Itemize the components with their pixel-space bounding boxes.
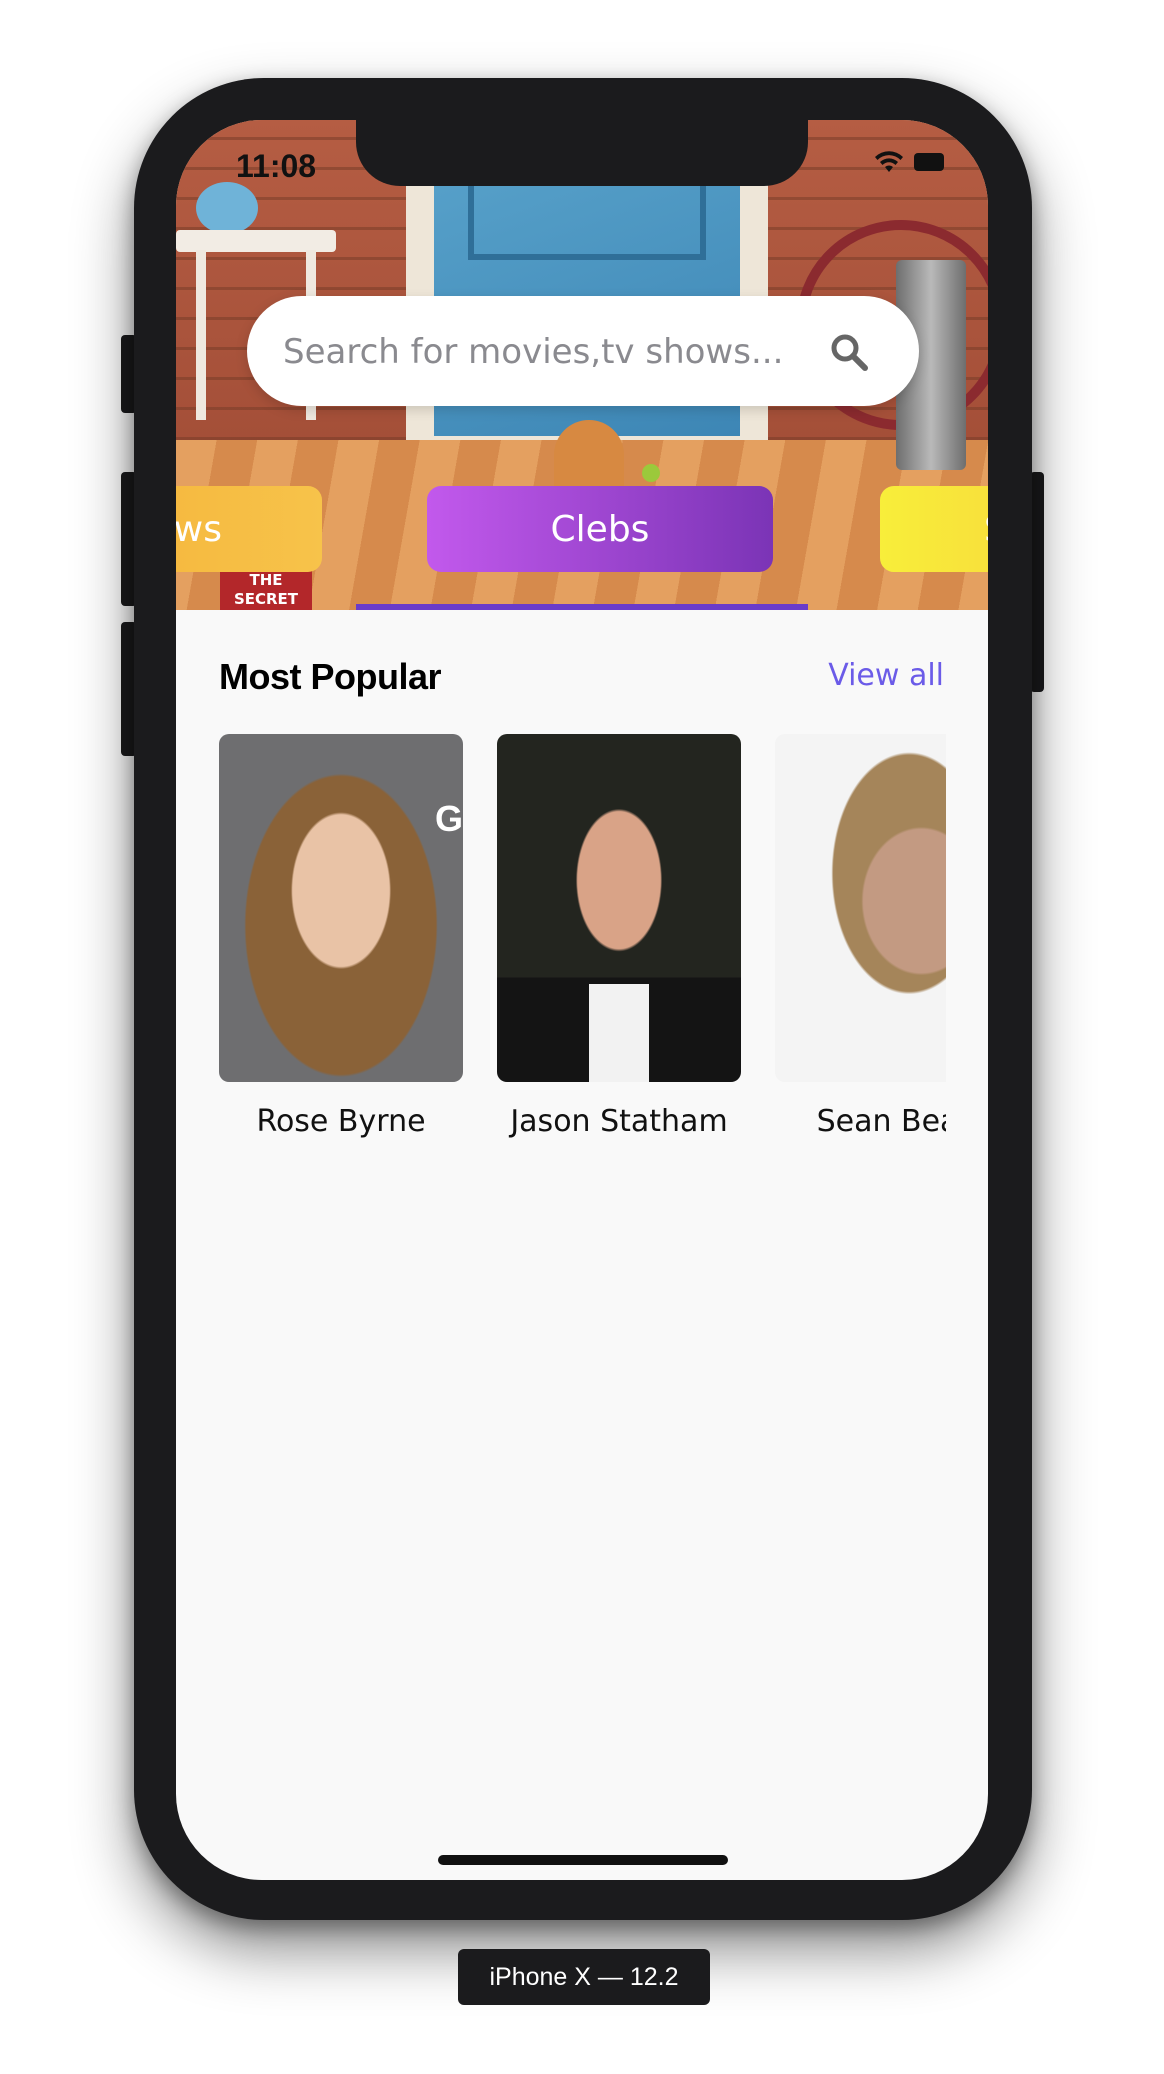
tab-indicator (356, 604, 808, 610)
search-icon[interactable] (829, 332, 869, 372)
celeb-name: Rose Byrne (256, 1104, 426, 1139)
celeb-carousel[interactable]: G Rose Byrne Jason Statham Sean Bean (219, 734, 946, 1154)
celeb-card[interactable]: G Rose Byrne (219, 734, 463, 1139)
shirt-collar (589, 984, 649, 1082)
celeb-card[interactable]: Sean Bean (775, 734, 946, 1139)
home-indicator[interactable] (438, 1855, 728, 1865)
tab-next[interactable]: S (880, 486, 988, 572)
view-all-link[interactable]: View all (828, 658, 944, 693)
poster-title: THE SECRET LIFE OF (220, 567, 312, 610)
app-screen: THE SECRET LIFE OF 11:08 Search for movi… (176, 120, 988, 1880)
search-bar[interactable]: Search for movies,tv shows... (247, 296, 919, 406)
photo-watermark: G (434, 798, 463, 839)
table-leg (196, 250, 206, 420)
celeb-photo[interactable]: G (219, 734, 463, 1082)
side-table (176, 230, 336, 252)
wifi-icon (875, 151, 903, 172)
hero-banner: THE SECRET LIFE OF 11:08 Search for movi… (176, 120, 988, 610)
celeb-photo[interactable] (775, 734, 946, 1082)
notch (356, 120, 808, 186)
tab-clebs[interactable]: Clebs (427, 486, 773, 572)
vase-image (196, 182, 258, 234)
tab-shows[interactable]: ows (176, 486, 322, 572)
celeb-name: Sean Bean (816, 1104, 946, 1139)
status-time: 11:08 (236, 148, 317, 184)
status-icons (874, 150, 944, 174)
ball-image (642, 464, 660, 482)
power-button (1030, 472, 1044, 692)
celeb-card[interactable]: Jason Statham (497, 734, 741, 1139)
battery-icon (914, 153, 944, 171)
celeb-name: Jason Statham (510, 1104, 728, 1139)
device-label: iPhone X — 12.2 (458, 1949, 710, 2005)
search-input[interactable]: Search for movies,tv shows... (283, 332, 783, 372)
celeb-photo[interactable] (497, 734, 741, 1082)
section-title: Most Popular (219, 656, 442, 697)
